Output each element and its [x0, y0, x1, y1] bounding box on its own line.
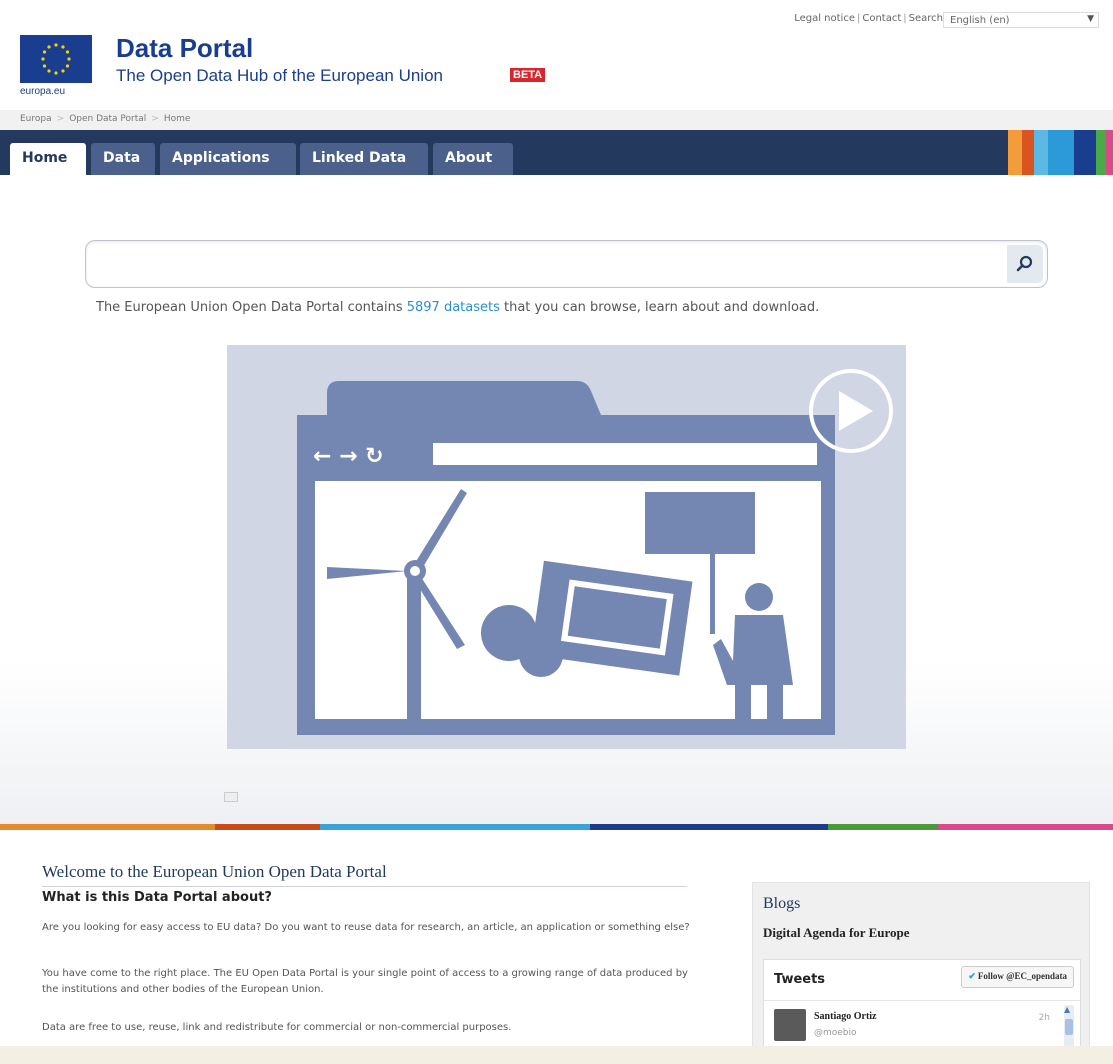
search-button[interactable] [1007, 245, 1043, 283]
tab-linked-data[interactable]: Linked Data [300, 143, 428, 175]
carousel-indicator[interactable] [224, 792, 238, 802]
search-box[interactable] [85, 240, 1048, 288]
welcome-paragraph: Data are free to use, reuse, link and re… [42, 1022, 512, 1033]
tab-about[interactable]: About [433, 143, 513, 175]
site-subtitle: The Open Data Hub of the European Union [116, 66, 443, 85]
welcome-paragraph: You have come to the right place. The EU… [42, 968, 688, 995]
eu-flag-logo[interactable] [20, 35, 92, 83]
eu-stars-icon [41, 43, 71, 75]
intro-text: The European Union Open Data Portal cont… [96, 300, 819, 315]
main-nav: Home Data Applications Linked Data About [0, 130, 1113, 175]
intro-video[interactable]: ← → ↻ [227, 345, 906, 749]
decorative-stripe [1048, 130, 1074, 175]
tweets-label: Tweets [774, 972, 826, 987]
decorative-stripe [1096, 130, 1106, 175]
blogs-sidebar: Blogs Digital Agenda for Europe Tweets ✔… [752, 882, 1090, 1064]
welcome-subtitle: What is this Data Portal about? [42, 890, 272, 905]
tab-home[interactable]: Home [10, 143, 86, 175]
divider [42, 886, 687, 887]
search-icon [1016, 255, 1033, 272]
decorative-stripe [1074, 130, 1096, 175]
search-link[interactable]: Search [909, 13, 943, 24]
scroll-up-icon[interactable]: ▲ [1064, 1005, 1070, 1014]
utility-links: Legal notice | Contact | Search [794, 13, 943, 24]
svg-text:← → ↻: ← → ↻ [313, 444, 384, 469]
bottom-edge [0, 1046, 1113, 1064]
twitter-bird-icon: ✔ [968, 971, 976, 981]
tweet-author-handle[interactable]: @moebio [814, 1028, 857, 1038]
tweet-author-name[interactable]: Santiago Ortiz [814, 1011, 877, 1022]
decorative-stripe [1106, 130, 1113, 175]
blogs-title: Blogs [763, 895, 801, 912]
decorative-stripe [1008, 130, 1022, 175]
intro-text-after: that you can browse, learn about and dow… [499, 300, 820, 315]
follow-button[interactable]: ✔ Follow @EC_opendata [961, 966, 1074, 988]
tweet-time: 2h [1038, 1013, 1050, 1023]
europa-logo-text: europa.eu [20, 86, 66, 97]
color-divider [0, 824, 1113, 830]
language-select[interactable]: English (en) ▼ [943, 12, 1099, 28]
follow-label: Follow @EC_opendata [977, 971, 1067, 981]
breadcrumb-open-data-portal[interactable]: Open Data Portal [69, 114, 146, 124]
avatar [774, 1009, 806, 1041]
tab-data[interactable]: Data [91, 143, 155, 175]
tab-applications[interactable]: Applications [160, 143, 296, 175]
search-input[interactable] [98, 247, 998, 281]
breadcrumb-europa[interactable]: Europa [20, 114, 52, 124]
decorative-stripe [1022, 130, 1034, 175]
blog-link-digital-agenda[interactable]: Digital Agenda for Europe [763, 925, 910, 941]
breadcrumb: Europa > Open Data Portal > Home [0, 110, 1113, 130]
datasets-link[interactable]: 5897 datasets [407, 300, 500, 315]
language-value: English (en) [950, 15, 1010, 26]
legal-notice-link[interactable]: Legal notice [794, 13, 855, 24]
scroll-thumb[interactable] [1065, 1019, 1073, 1035]
welcome-title: Welcome to the European Union Open Data … [42, 862, 387, 881]
contact-link[interactable]: Contact [862, 13, 901, 24]
site-title[interactable]: Data Portal [116, 33, 253, 64]
dropdown-arrow-icon: ▼ [1087, 14, 1094, 24]
breadcrumb-home: Home [163, 114, 191, 124]
video-illustration: ← → ↻ [297, 369, 893, 735]
beta-badge: BETA [510, 68, 546, 82]
intro-text-before: The European Union Open Data Portal cont… [96, 300, 407, 315]
welcome-paragraph: Are you looking for easy access to EU da… [42, 922, 690, 933]
decorative-stripe [1034, 130, 1048, 175]
